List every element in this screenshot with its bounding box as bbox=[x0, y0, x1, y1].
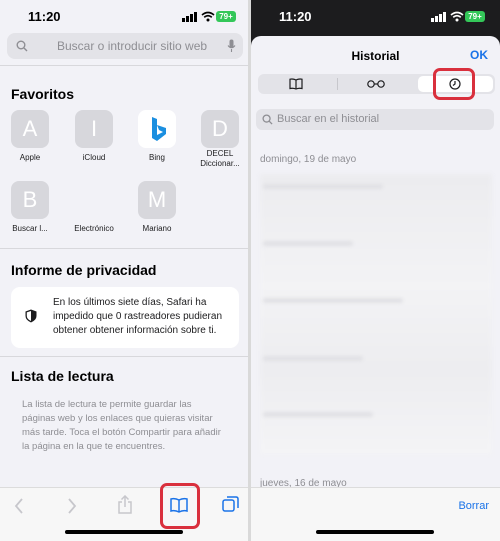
glasses-icon[interactable] bbox=[367, 80, 385, 88]
favorite-bing[interactable]: Bing bbox=[129, 110, 185, 162]
history-tab-highlight-box bbox=[433, 68, 475, 100]
favorite-icloud[interactable]: I iCloud bbox=[66, 110, 122, 162]
battery-indicator: 79+ bbox=[216, 11, 236, 22]
history-title: Historial bbox=[351, 49, 400, 63]
favorite-decel[interactable]: D DECEL Diccionar... bbox=[192, 110, 248, 169]
search-icon bbox=[16, 40, 28, 52]
blurred-entry bbox=[263, 184, 383, 189]
history-toolbar: Borrar bbox=[251, 487, 500, 541]
search-icon bbox=[262, 114, 273, 125]
clear-history-button[interactable]: Borrar bbox=[458, 500, 489, 512]
status-bar: 11:20 79+ bbox=[251, 0, 500, 34]
segment-separator bbox=[337, 78, 338, 90]
chevron-left-icon[interactable] bbox=[14, 498, 24, 514]
share-icon[interactable] bbox=[117, 495, 133, 515]
status-time: 11:20 bbox=[28, 9, 61, 24]
address-search-bar[interactable]: Buscar o introducir sitio web bbox=[7, 33, 243, 59]
chevron-right-icon[interactable] bbox=[67, 498, 77, 514]
privacy-report-text: En los últimos siete días, Safari ha imp… bbox=[53, 297, 222, 336]
privacy-report-card[interactable]: En los últimos siete días, Safari ha imp… bbox=[11, 287, 239, 348]
history-date-header: domingo, 19 de mayo bbox=[260, 154, 357, 165]
history-sheet: Historial OK Buscar en el historial domi… bbox=[251, 36, 500, 541]
bookmarks-highlight-box bbox=[160, 483, 200, 529]
favorites-title: Favoritos bbox=[11, 86, 75, 102]
favorite-mariano[interactable]: M Mariano bbox=[129, 181, 185, 233]
favorite-electronico[interactable]: Electrónico bbox=[66, 181, 122, 233]
wifi-icon bbox=[450, 11, 464, 22]
favorite-apple[interactable]: A Apple bbox=[2, 110, 58, 162]
divider bbox=[0, 248, 248, 249]
blurred-entry bbox=[263, 356, 363, 361]
divider bbox=[0, 65, 248, 66]
bing-logo-icon bbox=[152, 117, 166, 141]
privacy-report-title: Informe de privacidad bbox=[11, 262, 157, 278]
history-search-placeholder: Buscar en el historial bbox=[277, 113, 380, 125]
favorite-tile bbox=[138, 110, 176, 148]
blurred-entry bbox=[263, 412, 373, 417]
favorite-label: Buscar l... bbox=[12, 224, 48, 233]
favorite-buscar[interactable]: B Buscar l... bbox=[2, 181, 58, 233]
history-sheet-screen: 11:20 79+ Historial OK Buscar en el hist… bbox=[251, 0, 500, 541]
blurred-entry bbox=[263, 241, 353, 246]
home-indicator bbox=[316, 530, 434, 534]
divider bbox=[0, 356, 248, 357]
cellular-signal-icon bbox=[431, 12, 446, 22]
reading-list-title: Lista de lectura bbox=[11, 368, 114, 384]
ok-button[interactable]: OK bbox=[470, 48, 488, 62]
favorite-tile: D bbox=[201, 110, 239, 148]
reading-list-text: La lista de lectura te permite guardar l… bbox=[22, 399, 221, 452]
favorite-tile: A bbox=[11, 110, 49, 148]
history-search-bar[interactable]: Buscar en el historial bbox=[256, 109, 494, 130]
home-indicator bbox=[65, 530, 183, 534]
microphone-icon[interactable] bbox=[227, 39, 236, 53]
cellular-signal-icon bbox=[182, 12, 197, 22]
status-bar: 11:20 79+ bbox=[0, 0, 248, 34]
favorite-label: Mariano bbox=[142, 224, 172, 233]
bottom-toolbar bbox=[0, 487, 248, 541]
tabs-icon[interactable] bbox=[222, 496, 239, 513]
favorite-label: Bing bbox=[148, 153, 165, 162]
favorite-tile bbox=[75, 181, 113, 219]
battery-indicator: 79+ bbox=[465, 11, 485, 22]
safari-start-page: 11:20 79+ Buscar o introducir sitio web … bbox=[0, 0, 248, 541]
favorite-label: DECEL Diccionar... bbox=[200, 149, 240, 168]
favorite-tile: I bbox=[75, 110, 113, 148]
address-search-placeholder: Buscar o introducir sitio web bbox=[57, 39, 208, 53]
favorite-tile: B bbox=[11, 181, 49, 219]
favorite-tile: M bbox=[138, 181, 176, 219]
book-icon[interactable] bbox=[289, 78, 303, 90]
favorite-label: Apple bbox=[19, 153, 41, 162]
favorite-label: iCloud bbox=[82, 153, 106, 162]
favorite-label: Electrónico bbox=[74, 224, 114, 233]
blurred-entry bbox=[263, 298, 403, 303]
wifi-icon bbox=[201, 11, 215, 22]
shield-icon bbox=[25, 309, 37, 323]
status-time: 11:20 bbox=[279, 9, 312, 24]
